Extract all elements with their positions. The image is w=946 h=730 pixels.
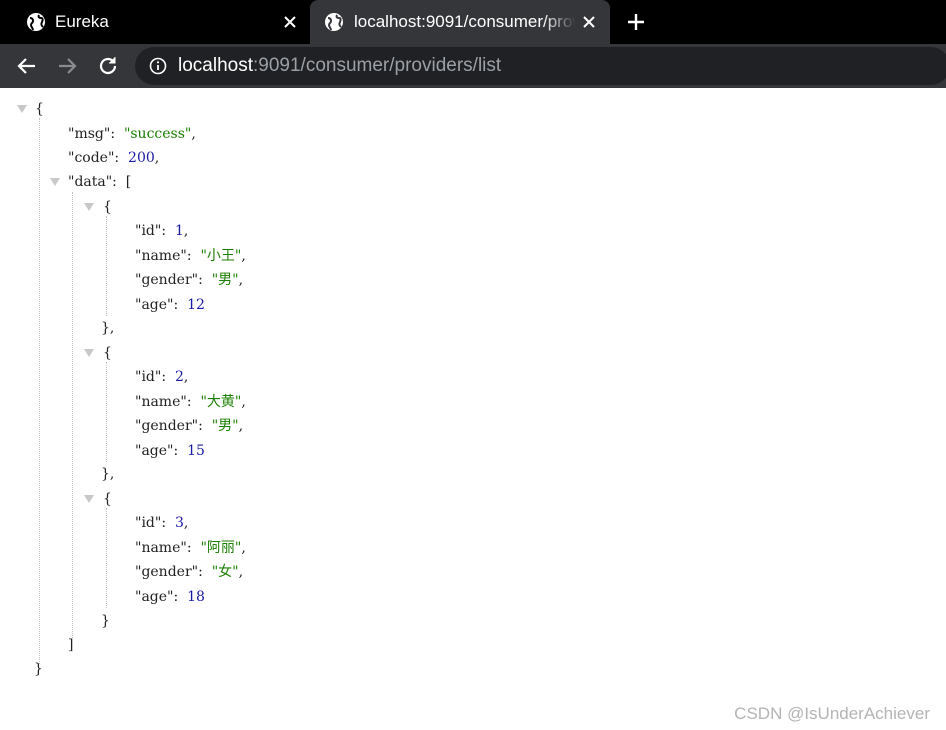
json-viewer: { "msg": "success", "code": 200, "data":… [0,88,946,730]
json-bracket: [ [125,174,132,190]
json-number: 200 [128,150,155,166]
guide-line [106,508,107,608]
close-icon[interactable] [280,12,300,32]
json-string: "大黄" [200,394,242,410]
json-line-age: "age": 18 [135,589,205,605]
json-string: "success" [123,126,192,142]
tab-strip: Eureka localhost:9091/consumer/providers… [0,0,946,44]
guide-line [39,118,40,664]
json-number: 2 [174,369,184,385]
reload-icon[interactable] [96,54,120,78]
guide-line [106,362,107,462]
root-open-brace: { [35,101,44,117]
guide-line [72,192,73,638]
json-number: 12 [187,297,205,313]
forward-arrow-icon[interactable] [55,54,79,78]
guide-line [106,216,107,316]
json-key: "gender" [135,272,199,288]
json-string: "女" [211,564,239,580]
json-key: "name" [135,248,187,264]
json-key: "gender" [135,564,199,580]
collapse-toggle[interactable] [84,349,94,357]
object-open-brace: { [103,491,112,507]
json-key: "data" [68,174,113,190]
json-line-id: "id": 1, [135,223,189,239]
object-open-brace: { [103,345,112,361]
tab-title: localhost:9091/consumer/providers/list [354,12,576,31]
tab-providers-list[interactable]: localhost:9091/consumer/providers/list [310,0,610,44]
close-icon[interactable] [579,12,599,32]
json-key: "code" [68,150,115,166]
json-line-data: "data": [ [68,174,132,190]
back-arrow-icon[interactable] [15,54,39,78]
json-string: "男" [211,272,239,288]
json-number: 1 [174,223,184,239]
json-string: "阿丽" [200,540,242,556]
object-close-brace: }, [101,466,115,482]
watermark: CSDN @IsUnderAchiever [734,704,930,723]
collapse-toggle[interactable] [84,495,94,503]
object-close-brace: }, [101,320,115,336]
json-line-age: "age": 12 [135,297,205,313]
url-text[interactable]: localhost:9091/consumer/providers/list [178,55,501,77]
json-key: "name" [135,394,187,410]
json-number: 18 [187,589,205,605]
json-key: "id" [135,369,162,385]
json-line-age: "age": 15 [135,443,205,459]
json-line-name: "name": "阿丽", [135,540,246,556]
array-close-bracket: ] [68,637,74,653]
collapse-toggle[interactable] [50,178,60,186]
json-key: "gender" [135,418,199,434]
json-key: "age" [135,589,174,605]
new-tab-icon[interactable] [625,11,647,33]
json-line-gender: "gender": "男", [135,418,244,434]
json-line-msg: "msg": "success", [68,126,196,142]
root-close-brace: } [34,661,43,677]
json-key: "id" [135,223,162,239]
json-key: "age" [135,443,174,459]
json-string: "男" [211,418,239,434]
json-line-gender: "gender": "男", [135,272,244,288]
object-open-brace: { [103,199,112,215]
json-number: 15 [187,443,205,459]
object-close-brace: } [101,613,110,629]
json-number: 3 [174,515,184,531]
tab-title: Eureka [55,12,109,31]
collapse-toggle[interactable] [17,105,27,113]
url-host: localhost [178,55,253,76]
globe-icon [27,13,45,31]
json-string: "小王" [200,248,242,264]
info-icon[interactable] [149,57,167,75]
collapse-toggle[interactable] [84,203,94,211]
json-key: "name" [135,540,187,556]
json-line-id: "id": 2, [135,369,189,385]
globe-icon [325,13,343,31]
json-line-name: "name": "小王", [135,248,246,264]
address-bar[interactable]: localhost:9091/consumer/providers/list [135,47,946,85]
browser-toolbar: localhost:9091/consumer/providers/list [0,44,946,88]
url-path: :9091/consumer/providers/list [253,55,502,76]
json-key: "msg" [68,126,111,142]
json-line-id: "id": 3, [135,515,189,531]
json-key: "age" [135,297,174,313]
json-line-gender: "gender": "女", [135,564,244,580]
json-line-code: "code": 200, [68,150,160,166]
json-key: "id" [135,515,162,531]
json-line-name: "name": "大黄", [135,394,246,410]
tab-eureka[interactable]: Eureka [0,0,308,44]
